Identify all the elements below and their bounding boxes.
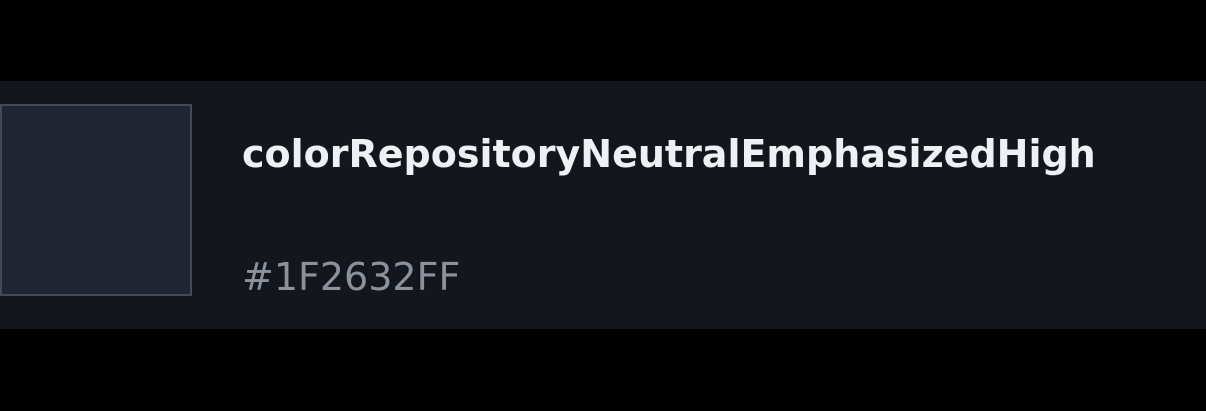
token-value: #1F2632FF xyxy=(242,255,461,299)
color-token-row: colorRepositoryNeutralEmphasizedHigh #1F… xyxy=(0,81,1206,329)
token-name: colorRepositoryNeutralEmphasizedHigh xyxy=(242,132,1096,176)
color-swatch xyxy=(0,104,192,296)
